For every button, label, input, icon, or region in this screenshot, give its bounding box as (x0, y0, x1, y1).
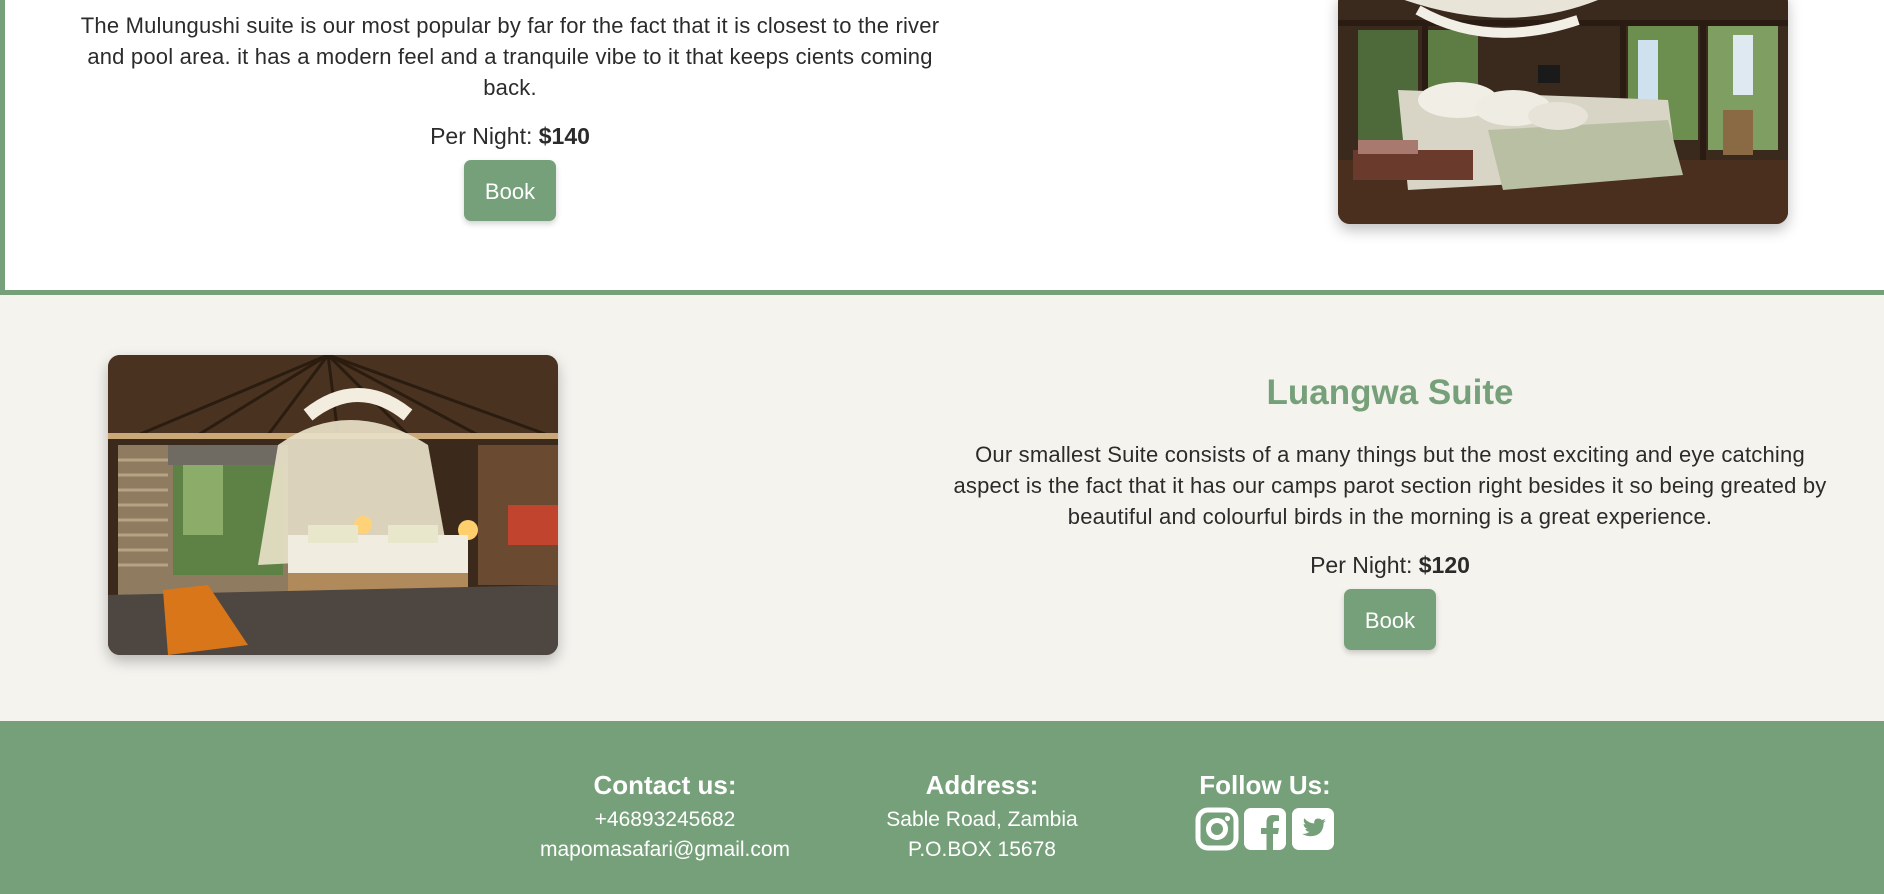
address-line-1: Sable Road, Zambia (886, 808, 1078, 831)
twitter-icon[interactable] (1291, 807, 1335, 851)
price-label: Per Night: (1310, 552, 1419, 578)
luangwa-suite-title: Luangwa Suite (1266, 373, 1514, 412)
contact-email: mapomasafari@gmail.com (539, 838, 791, 861)
social-icons (1180, 807, 1350, 851)
facebook-icon[interactable] (1243, 807, 1287, 851)
luangwa-suite-section: Luangwa Suite Our smallest Suite consist… (0, 295, 1884, 721)
mulungushi-suite-price: Per Night: $140 (75, 123, 945, 150)
footer-follow: Follow Us: (1180, 770, 1350, 851)
mulungushi-suite-description: The Mulungushi suite is our most popular… (80, 13, 940, 100)
price-value: $140 (538, 123, 590, 149)
contact-phone: +46893245682 (594, 808, 736, 831)
follow-heading: Follow Us: (1199, 770, 1331, 800)
luangwa-suite-info: Luangwa Suite Our smallest Suite consist… (950, 373, 1830, 650)
address-heading: Address: (925, 770, 1039, 800)
mulungushi-suite-section: The Mulungushi suite is our most popular… (0, 0, 1884, 295)
luangwa-suite-photo (108, 355, 558, 655)
mulungushi-suite-info: The Mulungushi suite is our most popular… (75, 10, 945, 221)
mulungushi-suite-photo (1338, 0, 1788, 224)
address-line-2: P.O.BOX 15678 (908, 838, 1056, 861)
luangwa-book-button[interactable]: Book (1344, 589, 1436, 650)
instagram-icon[interactable] (1195, 807, 1239, 851)
footer-contact: Contact us: +46893245682 mapomasafari@gm… (525, 770, 805, 865)
price-label: Per Night: (430, 123, 539, 149)
price-value: $120 (1418, 552, 1470, 578)
footer-address: Address: Sable Road, Zambia P.O.BOX 1567… (862, 770, 1102, 865)
footer: Contact us: +46893245682 mapomasafari@gm… (0, 721, 1884, 894)
luangwa-suite-description: Our smallest Suite consists of a many th… (953, 442, 1827, 529)
mulungushi-book-button[interactable]: Book (464, 160, 556, 221)
luangwa-suite-price: Per Night: $120 (950, 552, 1830, 579)
contact-heading: Contact us: (593, 770, 737, 800)
